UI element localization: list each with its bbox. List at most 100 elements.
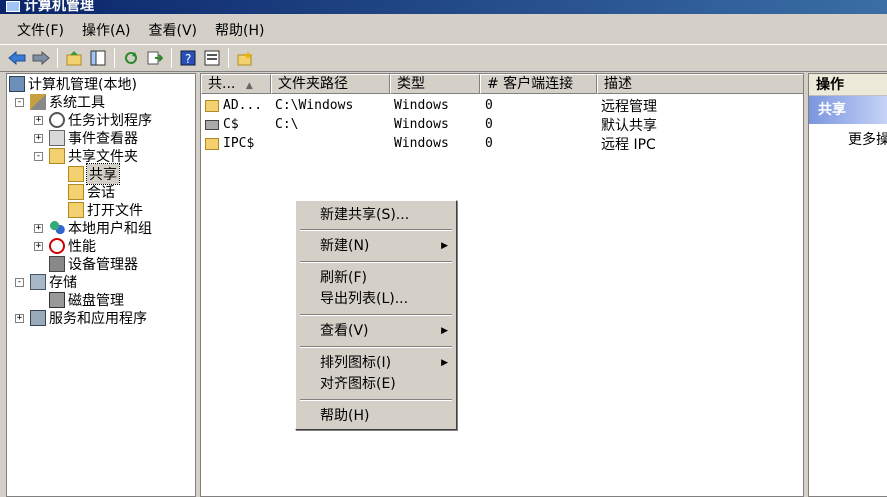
forward-icon[interactable] <box>30 47 52 69</box>
column-folder-path[interactable]: 文件夹路径 <box>271 74 390 94</box>
refresh-icon[interactable] <box>120 47 142 69</box>
submenu-arrow-icon: ▶ <box>441 326 448 336</box>
menu-help[interactable]: 帮助(H) <box>206 18 273 42</box>
tree-label: 服务和应用程序 <box>49 311 147 327</box>
column-client-connections[interactable]: # 客户端连接 <box>480 74 597 94</box>
menu-item-arrange-icons[interactable]: 排列图标(I) ▶ <box>298 353 454 373</box>
toolbar-separator <box>228 48 229 68</box>
new-share-icon[interactable] <box>234 47 256 69</box>
cell-description: 远程 IPC <box>601 136 656 153</box>
share-list: 共... ▲ 文件夹路径 类型 # 客户端连接 描述 AD... C:\Wind… <box>200 73 804 497</box>
table-row[interactable]: IPC$ Windows 0 远程 IPC <box>201 134 656 153</box>
tree-label: 打开文件 <box>87 203 143 219</box>
share-icon <box>205 137 219 150</box>
tree-item-root[interactable]: 计算机管理(本地) <box>9 75 137 93</box>
sort-ascending-icon: ▲ <box>245 81 253 91</box>
shared-folder-icon <box>49 148 65 164</box>
cell-description: 远程管理 <box>601 98 657 115</box>
menu-item-label: 新建(N) <box>320 238 370 254</box>
share-icon <box>205 99 219 112</box>
menu-view[interactable]: 查看(V) <box>140 18 207 42</box>
menu-separator <box>300 399 452 401</box>
tree-item-shared-folders[interactable]: - 共享文件夹 <box>34 147 138 165</box>
back-icon[interactable] <box>6 47 28 69</box>
menu-separator <box>300 261 452 263</box>
menu-file[interactable]: 文件(F) <box>8 18 73 42</box>
menu-item-label: 查看(V) <box>320 323 369 339</box>
submenu-arrow-icon: ▶ <box>441 358 448 368</box>
toolbar: ? <box>0 44 887 72</box>
expand-icon[interactable]: + <box>15 313 24 323</box>
collapse-icon[interactable]: - <box>15 277 24 287</box>
tree-item-open-files[interactable]: 打开文件 <box>68 201 143 219</box>
menu-item-align-icons[interactable]: 对齐图标(E) <box>298 374 454 394</box>
properties-icon[interactable] <box>201 47 223 69</box>
event-viewer-icon <box>49 130 65 146</box>
actions-title: 操作 <box>809 74 887 96</box>
share-icon <box>68 166 84 182</box>
column-type[interactable]: 类型 <box>390 74 480 94</box>
menu-action[interactable]: 操作(A) <box>73 18 140 42</box>
tree-item-services[interactable]: + 服务和应用程序 <box>15 309 147 327</box>
table-row[interactable]: AD... C:\Windows Windows 0 远程管理 <box>201 96 657 115</box>
console-tree: 计算机管理(本地) - 系统工具 + 任务计划程序 + 事件查看器 - 共享文件… <box>6 73 196 497</box>
submenu-arrow-icon: ▶ <box>441 241 448 251</box>
menu-item-refresh[interactable]: 刷新(F) <box>298 268 454 288</box>
show-hide-tree-icon[interactable] <box>87 47 109 69</box>
tree-label: 事件查看器 <box>68 131 138 147</box>
tree-label: 任务计划程序 <box>68 113 152 129</box>
expand-icon[interactable]: + <box>34 133 43 143</box>
column-label: 共... <box>208 76 236 92</box>
tree-item-task-scheduler[interactable]: + 任务计划程序 <box>34 111 152 129</box>
tree-label: 磁盘管理 <box>68 293 124 309</box>
expand-icon[interactable]: + <box>34 241 43 251</box>
device-manager-icon <box>49 256 65 272</box>
tree-item-shares[interactable]: 共享 <box>68 163 120 185</box>
tools-icon <box>30 94 46 110</box>
tree-label: 存储 <box>49 275 77 291</box>
tree-item-event-viewer[interactable]: + 事件查看器 <box>34 129 138 147</box>
expand-icon[interactable]: + <box>34 223 43 233</box>
tree-item-local-users[interactable]: + 本地用户和组 <box>34 219 152 237</box>
more-actions-link[interactable]: 更多操作 <box>809 124 887 149</box>
help-icon[interactable]: ? <box>177 47 199 69</box>
cell-name: C$ <box>223 117 239 132</box>
expand-icon[interactable]: + <box>34 115 43 125</box>
menu-item-new[interactable]: 新建(N) ▶ <box>298 236 454 256</box>
collapse-icon[interactable]: - <box>34 151 43 161</box>
export-icon[interactable] <box>144 47 166 69</box>
cell-type: Windows <box>394 136 449 151</box>
cell-description: 默认共享 <box>601 117 657 134</box>
tree-item-performance[interactable]: + 性能 <box>34 237 96 255</box>
tree-item-system-tools[interactable]: - 系统工具 <box>15 93 105 111</box>
tree-item-sessions[interactable]: 会话 <box>68 183 115 201</box>
toolbar-separator <box>171 48 172 68</box>
column-header-row: 共... ▲ 文件夹路径 类型 # 客户端连接 描述 <box>201 74 803 94</box>
disk-icon <box>49 292 65 308</box>
column-description[interactable]: 描述 <box>597 74 803 94</box>
actions-pane: 操作 共享 更多操作 <box>808 73 887 497</box>
cell-type: Windows <box>394 98 449 113</box>
menu-separator <box>300 314 452 316</box>
menu-item-export-list[interactable]: 导出列表(L)... <box>298 289 454 309</box>
menu-item-help[interactable]: 帮助(H) <box>298 406 454 426</box>
table-row[interactable]: C$ C:\ Windows 0 默认共享 <box>201 115 657 134</box>
users-icon <box>49 220 65 236</box>
menu-item-label: 帮助(H) <box>320 408 370 424</box>
actions-section-shares[interactable]: 共享 <box>809 96 887 124</box>
up-icon[interactable] <box>63 47 85 69</box>
tree-item-device-manager[interactable]: 设备管理器 <box>49 255 138 273</box>
svg-text:?: ? <box>185 52 191 66</box>
cell-path: C:\Windows <box>275 98 354 113</box>
tree-item-storage[interactable]: - 存储 <box>15 273 77 291</box>
tree-item-disk-management[interactable]: 磁盘管理 <box>49 291 124 309</box>
tree-label: 本地用户和组 <box>68 221 152 237</box>
menu-item-view[interactable]: 查看(V) ▶ <box>298 321 454 341</box>
collapse-icon[interactable]: - <box>15 97 24 107</box>
menu-item-new-share[interactable]: 新建共享(S)... <box>298 205 454 225</box>
storage-icon <box>30 274 46 290</box>
cell-path: C:\ <box>275 117 299 132</box>
tree-label: 性能 <box>68 239 96 255</box>
column-share-name[interactable]: 共... ▲ <box>201 74 271 94</box>
menu-item-label: 导出列表(L)... <box>320 291 409 307</box>
